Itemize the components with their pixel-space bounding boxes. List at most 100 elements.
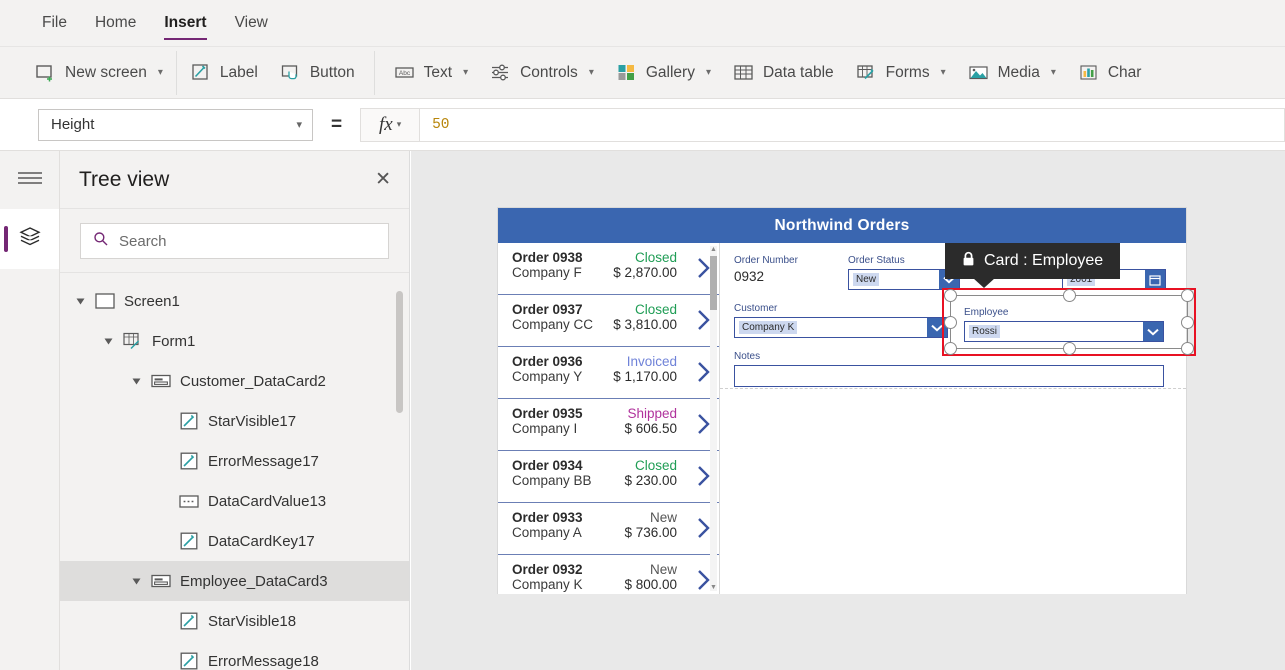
customer-value: Company K [739, 321, 798, 334]
tree-expander-icon[interactable] [102, 337, 114, 346]
formula-bar: Height ▾ = fx ▾ 50 [0, 99, 1285, 151]
fx-button[interactable]: fx ▾ [360, 107, 421, 142]
ribbon-gallery-label: Gallery [645, 63, 695, 81]
tree-item-form1[interactable]: Form1 [60, 321, 409, 361]
search-input[interactable]: Search [80, 223, 389, 259]
gallery-scrollbar-thumb[interactable] [710, 256, 717, 310]
ribbon-charts-label: Char [1107, 63, 1142, 81]
resize-handle-top-center[interactable] [1063, 289, 1076, 302]
tree-item-customer_datacard2[interactable]: Customer_DataCard2 [60, 361, 409, 401]
gallery-item-status: Closed [634, 250, 677, 265]
resize-handle-bottom-center[interactable] [1063, 342, 1076, 355]
ribbon-charts-button[interactable]: Char [1067, 46, 1142, 99]
tree-expander-icon[interactable] [130, 377, 142, 386]
tree-item-screen1[interactable]: Screen1 [60, 281, 409, 321]
tree-item-employee_datacard3[interactable]: Employee_DataCard3 [60, 561, 409, 601]
ribbon-controls-button[interactable]: Controls ▾ [479, 46, 605, 99]
formula-input[interactable]: 50 [420, 107, 1285, 142]
tree-item-datacardkey17[interactable]: DataCardKey17 [60, 521, 409, 561]
customer-dropdown[interactable]: Company K [734, 317, 948, 338]
calendar-icon[interactable] [1145, 270, 1165, 289]
chevron-right-icon[interactable] [697, 257, 711, 279]
chevron-down-icon: ▾ [588, 67, 594, 78]
chevron-right-icon[interactable] [697, 361, 711, 383]
gallery-item[interactable]: Order 0936 Invoiced Company Y $ 1,170.00 [498, 347, 719, 399]
resize-handle-middle-right[interactable] [1181, 316, 1194, 329]
gallery-item[interactable]: Order 0932 New Company K $ 800.00 [498, 555, 719, 594]
ribbon-label-button[interactable]: Label [179, 46, 269, 99]
menu-item-view[interactable]: View [221, 0, 282, 46]
gallery-item[interactable]: Order 0937 Closed Company CC $ 3,810.00 [498, 295, 719, 347]
gallery-item[interactable]: Order 0933 New Company A $ 736.00 [498, 503, 719, 555]
menu-item-home[interactable]: Home [81, 0, 150, 46]
ribbon-text-button[interactable]: Abc Text ▾ [383, 46, 479, 99]
tree-expander-icon[interactable] [130, 577, 142, 586]
gallery-item-amount: $ 230.00 [624, 473, 677, 488]
scroll-down-icon[interactable]: ▼ [710, 584, 717, 591]
chevron-down-icon: ▾ [396, 119, 402, 129]
resize-handle-middle-left[interactable] [944, 316, 957, 329]
gallery-item-order: Order 0933 [512, 510, 583, 525]
close-icon[interactable]: ✕ [375, 170, 391, 189]
gallery-item-line-secondary: Company K $ 800.00 [512, 577, 709, 592]
ribbon-media-button[interactable]: Media ▾ [957, 46, 1067, 99]
tree-item-label: Form1 [152, 332, 196, 350]
menu-item-insert[interactable]: Insert [150, 0, 220, 46]
hamburger-menu-button[interactable] [0, 151, 59, 209]
rail-item-tree-view[interactable] [0, 209, 59, 269]
gallery-item[interactable]: Order 0935 Shipped Company I $ 606.50 [498, 399, 719, 451]
notes-input[interactable] [734, 365, 1164, 387]
gallery-item[interactable]: Order 0938 Closed Company F $ 2,870.00 [498, 243, 719, 295]
chevron-right-icon[interactable] [697, 517, 711, 539]
ribbon-data-table-label: Data table [762, 63, 834, 81]
new-screen-icon [35, 62, 56, 83]
orders-gallery[interactable]: Order 0938 Closed Company F $ 2,870.00 Order… [498, 243, 720, 594]
order-status-dropdown[interactable]: New [848, 269, 960, 290]
ribbon-gallery-button[interactable]: Gallery ▾ [605, 46, 722, 99]
gallery-item-line-secondary: Company A $ 736.00 [512, 525, 709, 540]
menu-item-file[interactable]: File [28, 0, 81, 46]
resize-handle-bottom-left[interactable] [944, 342, 957, 355]
chevron-right-icon[interactable] [697, 309, 711, 331]
scroll-up-icon[interactable]: ▲ [710, 246, 717, 253]
label-control-icon [179, 612, 199, 630]
tree-view-scrollbar-thumb[interactable] [396, 291, 403, 413]
gallery-item-status: New [649, 562, 677, 577]
tree-view-title: Tree view [79, 167, 170, 191]
label-control-icon [179, 652, 199, 670]
ribbon-data-table-button[interactable]: Data table [722, 46, 845, 99]
chevron-right-icon[interactable] [697, 569, 711, 591]
tree-item-errormessage18[interactable]: ErrorMessage18 [60, 641, 409, 670]
ribbon-forms-button[interactable]: Forms ▾ [845, 46, 957, 99]
tree-item-starvisible18[interactable]: StarVisible18 [60, 601, 409, 641]
resize-handle-bottom-right[interactable] [1181, 342, 1194, 355]
gallery-item-amount: $ 2,870.00 [613, 265, 677, 280]
tree-item-errormessage17[interactable]: ErrorMessage17 [60, 441, 409, 481]
charts-icon [1078, 62, 1099, 83]
ribbon-divider [175, 50, 177, 95]
gallery-scrollbar[interactable]: ▲ ▼ [710, 246, 717, 591]
notes-value [739, 375, 745, 377]
property-selector[interactable]: Height ▾ [38, 108, 313, 141]
tree-item-label: ErrorMessage17 [208, 452, 319, 470]
search-placeholder: Search [119, 232, 167, 250]
left-icon-rail [0, 151, 60, 670]
gallery-item-line-primary: Order 0934 Closed [512, 458, 709, 473]
resize-handle-top-left[interactable] [944, 289, 957, 302]
controls-icon [490, 62, 511, 83]
gallery-item-company: Company BB [512, 473, 592, 488]
tree-expander-icon[interactable] [74, 297, 86, 306]
order-number-label: Order Number [734, 255, 798, 266]
gallery-item[interactable]: Order 0934 Closed Company BB $ 230.00 [498, 451, 719, 503]
resize-handle-top-right[interactable] [1181, 289, 1194, 302]
chevron-right-icon[interactable] [697, 413, 711, 435]
gallery-item-line-primary: Order 0933 New [512, 510, 709, 525]
ribbon-new-screen-button[interactable]: New screen ▾ [24, 46, 174, 99]
app-header-title: Northwind Orders [498, 208, 1186, 243]
tree-item-datacardvalue13[interactable]: DataCardValue13 [60, 481, 409, 521]
datacard-icon [151, 373, 171, 389]
chevron-right-icon[interactable] [697, 465, 711, 487]
ribbon-button-button[interactable]: Button [269, 46, 366, 99]
gallery-item-amount: $ 3,810.00 [613, 317, 677, 332]
tree-item-starvisible17[interactable]: StarVisible17 [60, 401, 409, 441]
